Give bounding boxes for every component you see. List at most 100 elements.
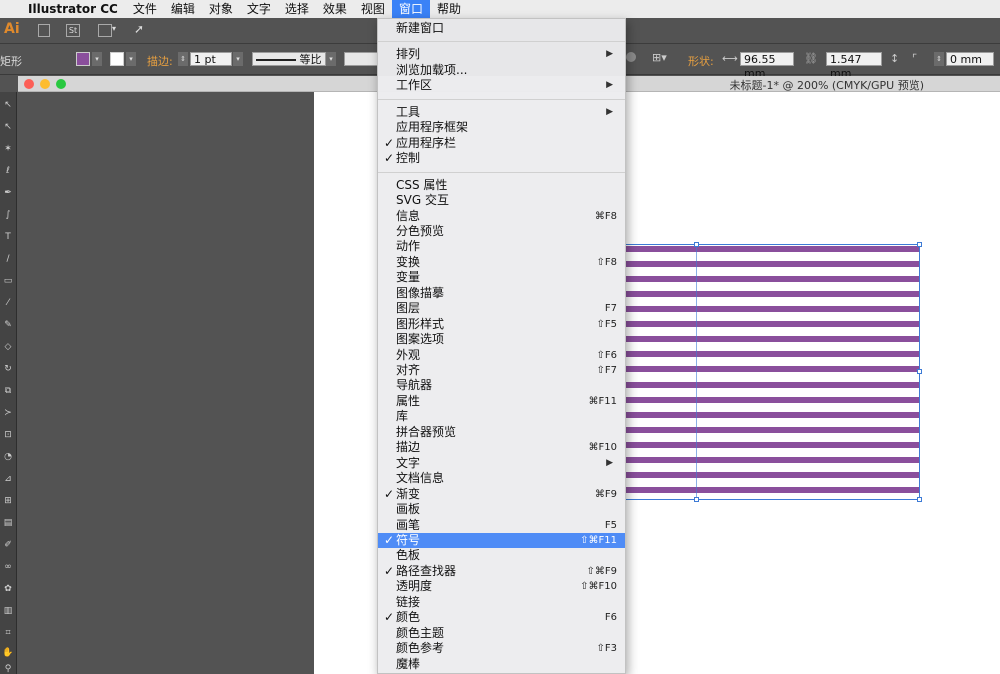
menu-item[interactable]: 画板 — [378, 502, 625, 517]
stroke-weight-field[interactable]: 1 pt — [190, 52, 232, 66]
menu-item[interactable]: 拼合器预览 — [378, 425, 625, 440]
menu-item[interactable]: 属性 ⌘F11 — [378, 394, 625, 409]
menu-item[interactable]: 导航器 — [378, 378, 625, 393]
direct-selection-tool-icon[interactable]: ↖ — [2, 122, 14, 132]
width-tool-icon[interactable]: ≻ — [2, 408, 14, 418]
rotate-tool-icon[interactable]: ↻ — [2, 364, 14, 374]
zoom-window-button[interactable] — [56, 79, 66, 89]
menu-item[interactable]: 库 — [378, 409, 625, 424]
corner-stepper[interactable]: ⇕ — [934, 52, 944, 66]
menu-type[interactable]: 文字 — [240, 0, 278, 18]
pen-tool-icon[interactable]: ✒ — [2, 188, 14, 198]
menu-item[interactable]: 变换 ⇧F8 — [378, 255, 625, 270]
free-transform-tool-icon[interactable]: ⊡ — [2, 430, 14, 440]
menu-item[interactable]: 颜色参考 ⇧F3 — [378, 641, 625, 656]
artboard-tool-icon[interactable]: ⌗ — [2, 628, 14, 638]
menu-item[interactable]: CSS 属性 — [378, 178, 625, 193]
menu-item[interactable]: 应用程序框架 — [378, 120, 625, 135]
menu-item[interactable]: 文档信息 — [378, 471, 625, 486]
menu-item[interactable]: 对齐 ⇧F7 — [378, 363, 625, 378]
stroke-swatch[interactable] — [110, 52, 124, 66]
handle-bottom-right[interactable] — [917, 497, 922, 502]
stripe-rectangle[interactable] — [624, 381, 920, 388]
arrange-documents-icon[interactable] — [98, 24, 112, 37]
menu-effect[interactable]: 效果 — [316, 0, 354, 18]
brush-definition-select[interactable] — [344, 52, 378, 66]
selection-tool-icon[interactable]: ↖ — [2, 100, 14, 110]
gpu-performance-icon[interactable]: ➚ — [134, 22, 144, 36]
height-field[interactable]: 1.547 mm — [826, 52, 882, 80]
blend-tool-icon[interactable]: ∞ — [2, 562, 14, 572]
menu-item[interactable]: ✓ 应用程序栏 — [378, 136, 625, 151]
menu-item[interactable]: 工具 ▶ — [378, 105, 625, 120]
pasteboard[interactable] — [18, 92, 314, 674]
handle-middle-right[interactable] — [917, 369, 922, 374]
width-field[interactable]: 96.55 mm — [740, 52, 794, 80]
menu-item[interactable]: ✓ 符号 ⇧⌘F11 — [378, 532, 625, 548]
menu-item[interactable]: 变量 — [378, 270, 625, 285]
stripe-rectangle[interactable] — [624, 246, 920, 252]
stripe-rectangle[interactable] — [624, 351, 920, 358]
menu-item[interactable]: 链接 — [378, 595, 625, 610]
menu-object[interactable]: 对象 — [202, 0, 240, 18]
menu-item[interactable]: ✓ 渐变 ⌘F9 — [378, 487, 625, 502]
shape-builder-tool-icon[interactable]: ◔ — [2, 452, 14, 462]
stripe-rectangle[interactable] — [624, 366, 920, 373]
lasso-tool-icon[interactable]: ℓ — [2, 166, 14, 176]
fill-dropdown[interactable]: ▾ — [92, 52, 102, 66]
stroke-label[interactable]: 描边: — [147, 53, 173, 69]
stripe-rectangle[interactable] — [624, 486, 920, 493]
eraser-tool-icon[interactable]: ◇ — [2, 342, 14, 352]
menu-item[interactable]: 颜色主题 — [378, 626, 625, 641]
menu-file[interactable]: 文件 — [126, 0, 164, 18]
stripe-rectangle[interactable] — [624, 441, 920, 448]
transform-icon[interactable]: ⊞▾ — [652, 51, 667, 64]
stripe-rectangle[interactable] — [624, 336, 920, 343]
chevron-down-icon[interactable]: ▾ — [112, 24, 116, 33]
curvature-tool-icon[interactable]: ∫ — [2, 210, 14, 220]
stripe-rectangle[interactable] — [624, 321, 920, 328]
menu-item[interactable]: 色板 — [378, 548, 625, 563]
menu-select[interactable]: 选择 — [278, 0, 316, 18]
menu-item[interactable]: ✓ 路径查找器 ⇧⌘F9 — [378, 564, 625, 579]
menu-item[interactable]: SVG 交互 — [378, 193, 625, 208]
menu-item[interactable]: 工作区 ▶ — [378, 78, 625, 93]
menu-item[interactable]: 信息 ⌘F8 — [378, 209, 625, 224]
perspective-grid-tool-icon[interactable]: ⊿ — [2, 474, 14, 484]
menu-item[interactable]: 图形样式 ⇧F5 — [378, 317, 625, 332]
column-graph-tool-icon[interactable]: ▥ — [2, 606, 14, 616]
stroke-profile-dropdown[interactable]: ▾ — [326, 52, 336, 66]
stroke-weight-stepper[interactable]: ⇕ — [178, 52, 188, 66]
mesh-tool-icon[interactable]: ⊞ — [2, 496, 14, 506]
stripe-rectangle[interactable] — [624, 471, 920, 478]
stroke-profile-select[interactable]: 等比 — [252, 52, 326, 66]
magic-wand-tool-icon[interactable]: ✶ — [2, 144, 14, 154]
hand-tool-icon[interactable]: ✋ — [2, 648, 14, 658]
stroke-weight-dropdown[interactable]: ▾ — [233, 52, 243, 66]
fill-swatch[interactable] — [76, 52, 90, 66]
symbol-sprayer-tool-icon[interactable]: ✿ — [2, 584, 14, 594]
bridge-button[interactable] — [38, 24, 50, 37]
stripe-rectangle[interactable] — [624, 306, 920, 313]
stripe-rectangle[interactable] — [624, 396, 920, 403]
menu-help[interactable]: 帮助 — [430, 0, 468, 18]
close-window-button[interactable] — [24, 79, 34, 89]
stripe-rectangle[interactable] — [624, 291, 920, 298]
menu-item[interactable]: 描边 ⌘F10 — [378, 440, 625, 455]
handle-top-right[interactable] — [917, 242, 922, 247]
menu-item[interactable]: 魔棒 — [378, 657, 625, 672]
menu-item[interactable]: ✓ 控制 — [378, 151, 625, 166]
menu-window[interactable]: 窗口 — [391, 0, 430, 18]
stripe-rectangle[interactable] — [624, 261, 920, 268]
menu-item[interactable]: 外观 ⇧F6 — [378, 348, 625, 363]
corner-radius-field[interactable]: 0 mm — [946, 52, 994, 66]
striped-rectangle-group[interactable] — [624, 242, 922, 502]
eyedropper-tool-icon[interactable]: ✐ — [2, 540, 14, 550]
line-tool-icon[interactable]: / — [2, 254, 14, 264]
menu-item[interactable]: 排列 ▶ — [378, 47, 625, 62]
stripe-rectangle[interactable] — [624, 276, 920, 283]
menu-item[interactable]: 图案选项 — [378, 332, 625, 347]
globe-icon[interactable] — [626, 52, 636, 62]
paintbrush-tool-icon[interactable]: ⁄ — [2, 298, 14, 308]
handle-top-center[interactable] — [694, 242, 699, 247]
